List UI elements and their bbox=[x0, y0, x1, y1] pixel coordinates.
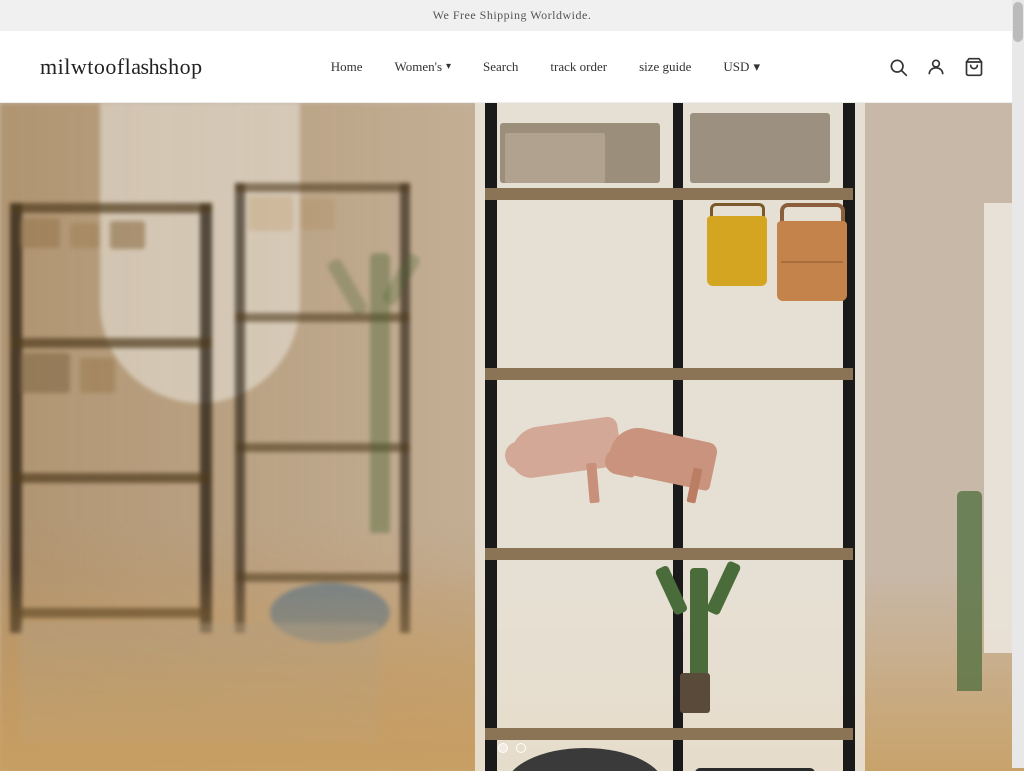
nav-links: Home Women's ▾ Search track order size g… bbox=[203, 59, 888, 75]
chevron-down-icon: ▾ bbox=[446, 61, 451, 72]
announcement-bar: We Free Shipping Worldwide. bbox=[0, 0, 1024, 31]
nav-track-order[interactable]: track order bbox=[550, 59, 607, 75]
account-icon-button[interactable] bbox=[926, 57, 946, 77]
shelf-board-top bbox=[485, 188, 853, 200]
shelf-rail-right bbox=[843, 103, 855, 771]
nav-womens[interactable]: Women's ▾ bbox=[394, 59, 451, 75]
scrollbar[interactable] bbox=[1012, 0, 1024, 768]
shelf-board-bottom bbox=[485, 728, 853, 740]
nav-womens-label: Women's bbox=[394, 59, 442, 75]
carousel-dot-2[interactable] bbox=[516, 743, 526, 753]
main-shelf bbox=[475, 103, 865, 771]
carousel-dot-1[interactable] bbox=[498, 743, 508, 753]
currency-selector[interactable]: USD ▾ bbox=[723, 59, 760, 75]
carousel-dots[interactable] bbox=[498, 743, 526, 753]
cart-icon-button[interactable] bbox=[964, 57, 984, 77]
right-plant bbox=[957, 491, 982, 691]
announcement-text: We Free Shipping Worldwide. bbox=[433, 8, 592, 22]
header: milwtooflashshop Home Women's ▾ Search t… bbox=[0, 31, 1024, 103]
nav-search[interactable]: Search bbox=[483, 59, 518, 75]
scrollbar-thumb[interactable] bbox=[1013, 2, 1023, 42]
nav-size-guide[interactable]: size guide bbox=[639, 59, 691, 75]
shelf-rail-left bbox=[485, 103, 497, 771]
search-icon-button[interactable] bbox=[888, 57, 908, 77]
nav-icons bbox=[888, 57, 984, 77]
currency-label: USD bbox=[723, 59, 749, 75]
hero-section bbox=[0, 103, 1024, 771]
shelf-board-mid2 bbox=[485, 548, 853, 560]
currency-chevron-icon: ▾ bbox=[753, 59, 760, 75]
nav-home[interactable]: Home bbox=[331, 59, 363, 75]
logo[interactable]: milwtooflashshop bbox=[40, 54, 203, 80]
